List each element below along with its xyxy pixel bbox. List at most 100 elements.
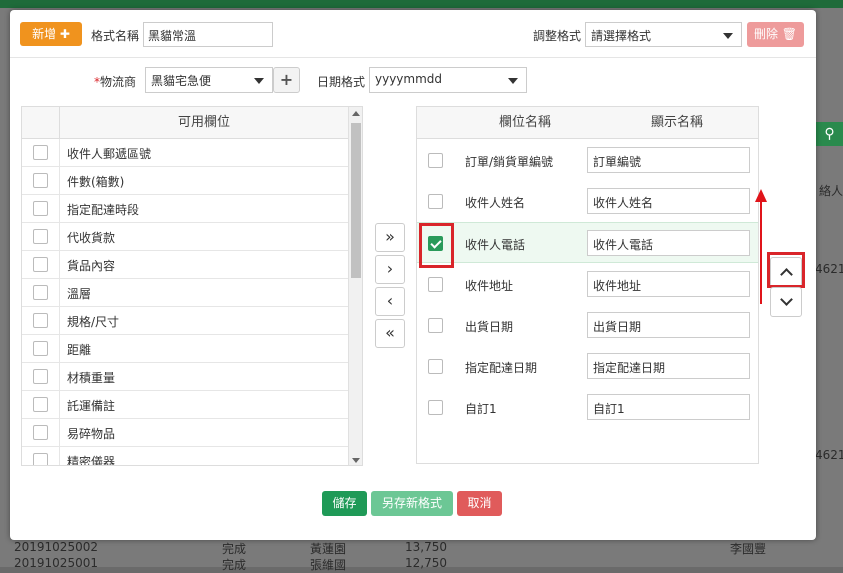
chevron-down-icon xyxy=(254,78,264,84)
display-name-input[interactable]: 自訂1 xyxy=(587,394,750,420)
checkbox[interactable] xyxy=(33,369,48,384)
checkbox[interactable] xyxy=(33,425,48,440)
list-item[interactable]: 材積重量 xyxy=(22,363,362,391)
bg-row-a-contact: 李國豐 xyxy=(730,542,767,556)
cancel-button[interactable]: 取消 xyxy=(457,491,502,516)
move-right-button[interactable]: › xyxy=(375,255,405,284)
move-left-button[interactable]: ‹ xyxy=(375,287,405,316)
checkbox[interactable] xyxy=(33,397,48,412)
list-item[interactable]: 代收貨款 xyxy=(22,223,362,251)
display-name-input[interactable]: 訂單編號 xyxy=(587,147,750,173)
scroll-down-icon[interactable] xyxy=(352,458,360,463)
add-carrier-button[interactable]: + xyxy=(273,67,300,93)
move-down-button[interactable] xyxy=(770,287,802,317)
list-item[interactable]: 溫層 xyxy=(22,279,362,307)
list-item[interactable]: 託運備註 xyxy=(22,391,362,419)
list-item[interactable]: 件數(箱數) xyxy=(22,167,362,195)
carrier-label: *物流商 xyxy=(94,75,137,89)
delete-format-button[interactable]: 刪除 🗑 xyxy=(747,22,804,47)
checkbox[interactable] xyxy=(33,229,48,244)
carrier-value: 黑貓宅急便 xyxy=(151,74,212,88)
bg-row-fragment: 46216 xyxy=(815,262,843,276)
selected-fields-header: 欄位名稱 顯示名稱 xyxy=(417,107,758,139)
bg-row-a-amount: 13,750 xyxy=(405,540,447,554)
adjust-format-value: 請選擇格式 xyxy=(591,29,652,43)
app-top-bar xyxy=(0,0,843,8)
display-name-input[interactable]: 指定配達日期 xyxy=(587,353,750,379)
date-format-label: 日期格式 xyxy=(317,75,366,89)
highlight-box xyxy=(767,252,805,288)
display-name-input[interactable]: 收件人電話 xyxy=(587,230,750,256)
adjust-format-label: 調整格式 xyxy=(533,29,582,43)
checkbox[interactable] xyxy=(428,318,443,333)
format-name-input[interactable]: 黑貓常溫 xyxy=(143,22,273,47)
checkbox[interactable] xyxy=(33,285,48,300)
chevron-down-icon xyxy=(723,33,733,39)
bg-row-b-id: 20191025001 xyxy=(14,556,98,570)
table-row[interactable]: 訂單/銷貨單編號 訂單編號 xyxy=(417,140,758,181)
table-row-selected[interactable]: 收件人電話 收件人電話 xyxy=(417,222,758,263)
move-all-left-button[interactable]: « xyxy=(375,319,405,348)
table-row[interactable]: 收件地址 收件地址 xyxy=(417,264,758,305)
selected-fields-panel: 欄位名稱 顯示名稱 訂單/銷貨單編號 訂單編號 收件人姓名 收件人姓名 收件人電話收… xyxy=(416,106,759,464)
checkbox[interactable] xyxy=(428,277,443,292)
format-editor-modal: 新增 ✚ 格式名稱 黑貓常溫 調整格式 請選擇格式 刪除 🗑 *物流商 黑貓宅急… xyxy=(10,10,816,540)
checkbox[interactable] xyxy=(33,145,48,160)
table-row[interactable]: 自訂1 自訂1 xyxy=(417,387,758,428)
arrow-up-icon xyxy=(755,189,767,304)
checkbox[interactable] xyxy=(428,153,443,168)
adjust-format-select[interactable]: 請選擇格式 xyxy=(585,22,742,47)
bg-row-b-name: 張維國 xyxy=(310,558,347,572)
bg-row-b-status: 完成 xyxy=(222,558,247,572)
checkbox[interactable] xyxy=(428,194,443,209)
bg-row-a-name: 黃蓮園 xyxy=(310,542,347,556)
display-name-input[interactable]: 收件人姓名 xyxy=(587,188,750,214)
date-format-value: yyyymmdd xyxy=(375,72,443,86)
column-header-display-name: 顯示名稱 xyxy=(650,115,703,130)
display-name-input[interactable]: 收件地址 xyxy=(587,271,750,297)
scrollbar[interactable] xyxy=(348,107,362,465)
chevron-down-icon xyxy=(508,78,518,84)
bg-row-fragment: 46216 xyxy=(815,448,843,462)
checkbox[interactable] xyxy=(33,313,48,328)
search-icon[interactable]: ⚲ xyxy=(816,122,843,146)
divider xyxy=(10,57,816,58)
bg-row-a-status: 完成 xyxy=(222,542,247,556)
highlight-box xyxy=(419,223,454,268)
available-fields-panel: 可用欄位 收件人郵遞區號 件數(箱數) 指定配達時段 代收貨款 貨品內容 溫層 … xyxy=(21,106,363,466)
checkbox[interactable] xyxy=(33,201,48,216)
list-item[interactable]: 貨品內容 xyxy=(22,251,362,279)
checkbox[interactable] xyxy=(33,453,48,465)
scrollbar-thumb[interactable] xyxy=(351,123,361,278)
bg-row-b-amount: 12,750 xyxy=(405,556,447,570)
checkbox[interactable] xyxy=(428,359,443,374)
list-item[interactable]: 易碎物品 xyxy=(22,419,362,447)
list-item[interactable]: 指定配達時段 xyxy=(22,195,362,223)
available-fields-title: 可用欄位 xyxy=(177,115,230,130)
add-format-button[interactable]: 新增 ✚ xyxy=(20,22,82,46)
list-item[interactable]: 精密儀器 xyxy=(22,447,362,465)
list-item[interactable]: 規格/尺寸 xyxy=(22,307,362,335)
save-button[interactable]: 儲存 xyxy=(322,491,367,516)
move-all-right-button[interactable]: » xyxy=(375,223,405,252)
scroll-up-icon[interactable] xyxy=(352,111,360,116)
date-format-select[interactable]: yyyymmdd xyxy=(369,67,527,93)
save-as-new-format-button[interactable]: 另存新格式 xyxy=(371,491,453,516)
checkbox[interactable] xyxy=(33,173,48,188)
checkbox[interactable] xyxy=(428,400,443,415)
display-name-input[interactable]: 出貨日期 xyxy=(587,312,750,338)
list-item[interactable]: 距離 xyxy=(22,335,362,363)
table-row[interactable]: 收件人姓名 收件人姓名 xyxy=(417,181,758,222)
available-fields-header: 可用欄位 xyxy=(22,107,362,139)
table-row[interactable]: 指定配達日期 指定配達日期 xyxy=(417,346,758,387)
bg-header-fragment: 絡人 xyxy=(819,184,843,198)
bg-row-a-id: 20191025002 xyxy=(14,540,98,554)
list-item[interactable]: 收件人郵遞區號 xyxy=(22,139,362,167)
column-header-field-name: 欄位名稱 xyxy=(498,115,551,130)
checkbox[interactable] xyxy=(33,257,48,272)
format-name-label: 格式名稱 xyxy=(91,29,140,43)
checkbox[interactable] xyxy=(33,341,48,356)
chevron-down-icon xyxy=(780,293,793,306)
carrier-select[interactable]: 黑貓宅急便 xyxy=(145,67,273,93)
table-row[interactable]: 出貨日期 出貨日期 xyxy=(417,305,758,346)
